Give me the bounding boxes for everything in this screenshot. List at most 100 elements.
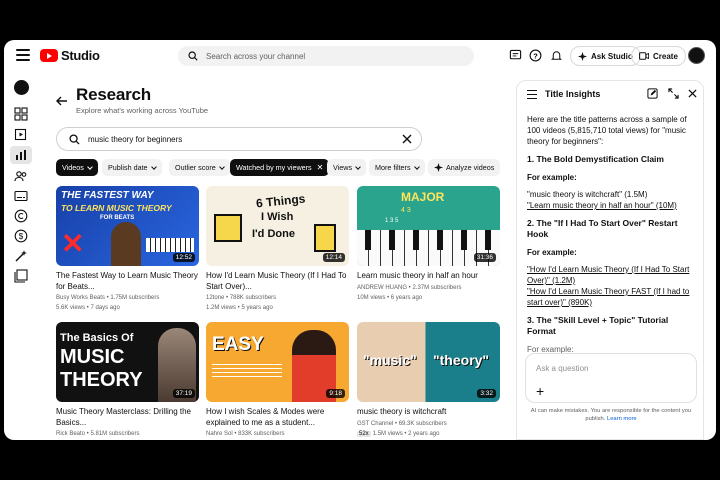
video-thumbnail[interactable]: EASY 9:18 [206,322,349,402]
add-attachment-icon[interactable]: + [536,384,544,398]
title-insights-panel: Title Insights Here are the title patter… [516,80,704,440]
title-line: Basics... [56,417,87,427]
video-channel[interactable]: Rick Beato • 5.81M subscribers [56,431,139,437]
title-line: for Beats... [56,281,95,291]
studio-logo[interactable]: Studio [40,48,100,63]
menu-icon[interactable] [16,49,30,61]
example-link[interactable]: "How I'd Learn Music Theory (If I Had To… [527,264,699,286]
copyright-icon[interactable] [13,208,29,224]
youtube-play-icon [40,49,58,62]
search-icon [69,133,80,145]
panel-title: Title Insights [545,89,601,99]
thumb-text: "music" [363,352,417,368]
example-link[interactable]: "Learn music theory in half an hour" (10… [527,200,699,211]
create-button[interactable]: Create [631,46,686,66]
channel-avatar[interactable] [14,80,29,95]
feedback-icon[interactable] [509,49,522,62]
filter-label: Analyze videos [446,163,495,172]
video-title[interactable]: music theory is witchcraft [357,407,500,418]
page-title: Research [76,85,151,104]
thumb-text: FOR BEATS [100,215,135,221]
filter-label: Outlier score [175,163,216,172]
outlier-badge: 52x [357,431,371,437]
audio-library-icon[interactable] [13,268,29,284]
video-thumbnail[interactable]: "music" "theory" 3:32 [357,322,500,402]
video-thumbnail[interactable]: THE FASTEST WAY TO LEARN MUSIC THEORY FO… [56,186,199,266]
close-icon[interactable]: ✕ [317,163,324,172]
video-duration: 37:19 [172,389,195,398]
learn-more-link[interactable]: Learn more [607,416,637,422]
title-line: music theory is witchcraft [357,407,447,416]
thumb-text: THE FASTEST WAY [61,190,154,201]
video-title[interactable]: Music Theory Masterclass: Drilling the Ba… [56,407,199,428]
video-thumbnail[interactable]: The Basics Of MUSIC THEORY 37:19 [56,322,199,402]
subtitles-icon[interactable] [13,188,29,204]
account-avatar[interactable] [688,47,705,64]
video-channel[interactable]: Nahre Sol • 833K subscribers [206,431,284,437]
filter-label: More filters [375,163,411,172]
channel-name: 12tone [206,295,225,301]
thumb-box-drawing [214,214,242,242]
video-title[interactable]: How I'd Learn Music Theory (If I Had To S… [206,271,349,292]
analytics-nav-item[interactable] [10,146,32,164]
video-stats: 5.6K views • 7 days ago [56,305,120,311]
back-arrow-icon[interactable] [56,96,68,106]
research-query-input[interactable]: music theory for beginners [56,127,422,151]
filter-publish-date[interactable]: Publish date [102,159,162,176]
thumb-keyboard [146,238,194,252]
video-channel[interactable]: ANDREW HUANG • 2.37M subscribers [357,285,461,291]
video-channel[interactable]: 12tone • 788K subscribers [206,295,276,301]
channel-subs: 2.37M subscribers [412,285,462,291]
video-thumbnail[interactable]: 6 Things I Wish I'd Done 12:14 [206,186,349,266]
example-link[interactable]: "music theory is witchcraft" (1.5M) [527,189,699,200]
filter-views[interactable]: Views [327,159,367,176]
ask-placeholder: Ask a question [536,364,589,373]
video-title[interactable]: How I wish Scales & Modes were explained … [206,407,349,428]
ask-question-input[interactable]: Ask a question + [525,353,697,403]
channel-name: ANDREW HUANG [357,285,408,291]
video-channel[interactable]: GST Channel • 69.3K subscribers [357,421,447,427]
dashboard-icon[interactable] [13,106,29,122]
clear-query-icon[interactable] [402,134,412,144]
filter-outlier-score[interactable]: Outlier score [169,159,230,176]
help-icon[interactable]: ? [529,49,542,62]
video-title[interactable]: Learn music theory in half an hour [357,271,500,282]
video-thumbnail[interactable]: MAJOR 4 3 1 3 5 31:36 [357,186,500,266]
close-icon[interactable] [688,89,697,98]
earn-icon[interactable]: $ [13,228,29,244]
filter-watched-by-my-viewers[interactable]: Watched by my viewers ✕ [230,159,330,176]
thumb-text: "theory" [433,352,490,368]
list-icon[interactable] [527,90,537,99]
insight-heading: 1. The Bold Demystification Claim [527,154,664,164]
filter-videos[interactable]: Videos [56,159,98,176]
logo-text: Studio [61,48,100,63]
channel-search-input[interactable]: Search across your channel [178,46,474,66]
video-duration: 9:18 [326,389,345,398]
analyze-videos-button[interactable]: Analyze videos [428,159,501,176]
svg-text:?: ? [533,51,538,60]
search-placeholder: Search across your channel [206,51,306,61]
video-channel[interactable]: Busy Works Beats • 1.75M subscribers [56,295,159,301]
video-title[interactable]: The Fastest Way to Learn Music Theory for… [56,271,199,292]
filter-more[interactable]: More filters [369,159,425,176]
thumb-text: 6 Things [255,191,306,211]
video-stats: 10M views • 6 years ago [357,295,423,301]
example-link[interactable]: "How I'd Learn Music Theory FAST (If I h… [527,286,699,308]
search-icon [188,51,198,61]
edit-icon[interactable] [647,88,658,99]
community-icon[interactable] [13,168,29,184]
customization-icon[interactable] [13,248,29,264]
expand-icon[interactable] [668,88,679,99]
content-icon[interactable] [13,126,29,142]
video-stats: 1.2M views • 5 years ago [206,305,273,311]
title-line: The Fastest Way to Learn Music Theory [56,271,198,280]
ai-disclaimer: AI can make mistakes. You are responsibl… [525,407,697,423]
chevron-down-icon [413,163,420,170]
query-text: music theory for beginners [88,134,183,144]
notifications-icon[interactable] [550,49,563,62]
thumb-text: The Basics Of [60,332,134,344]
insight-heading: 2. The "If I Had To Start Over" Restart … [527,218,678,239]
studio-window: Studio Search across your channel ? Ask … [4,40,716,440]
thumb-text: MAJOR [401,190,445,204]
filter-label: Watched by my viewers [236,163,312,172]
